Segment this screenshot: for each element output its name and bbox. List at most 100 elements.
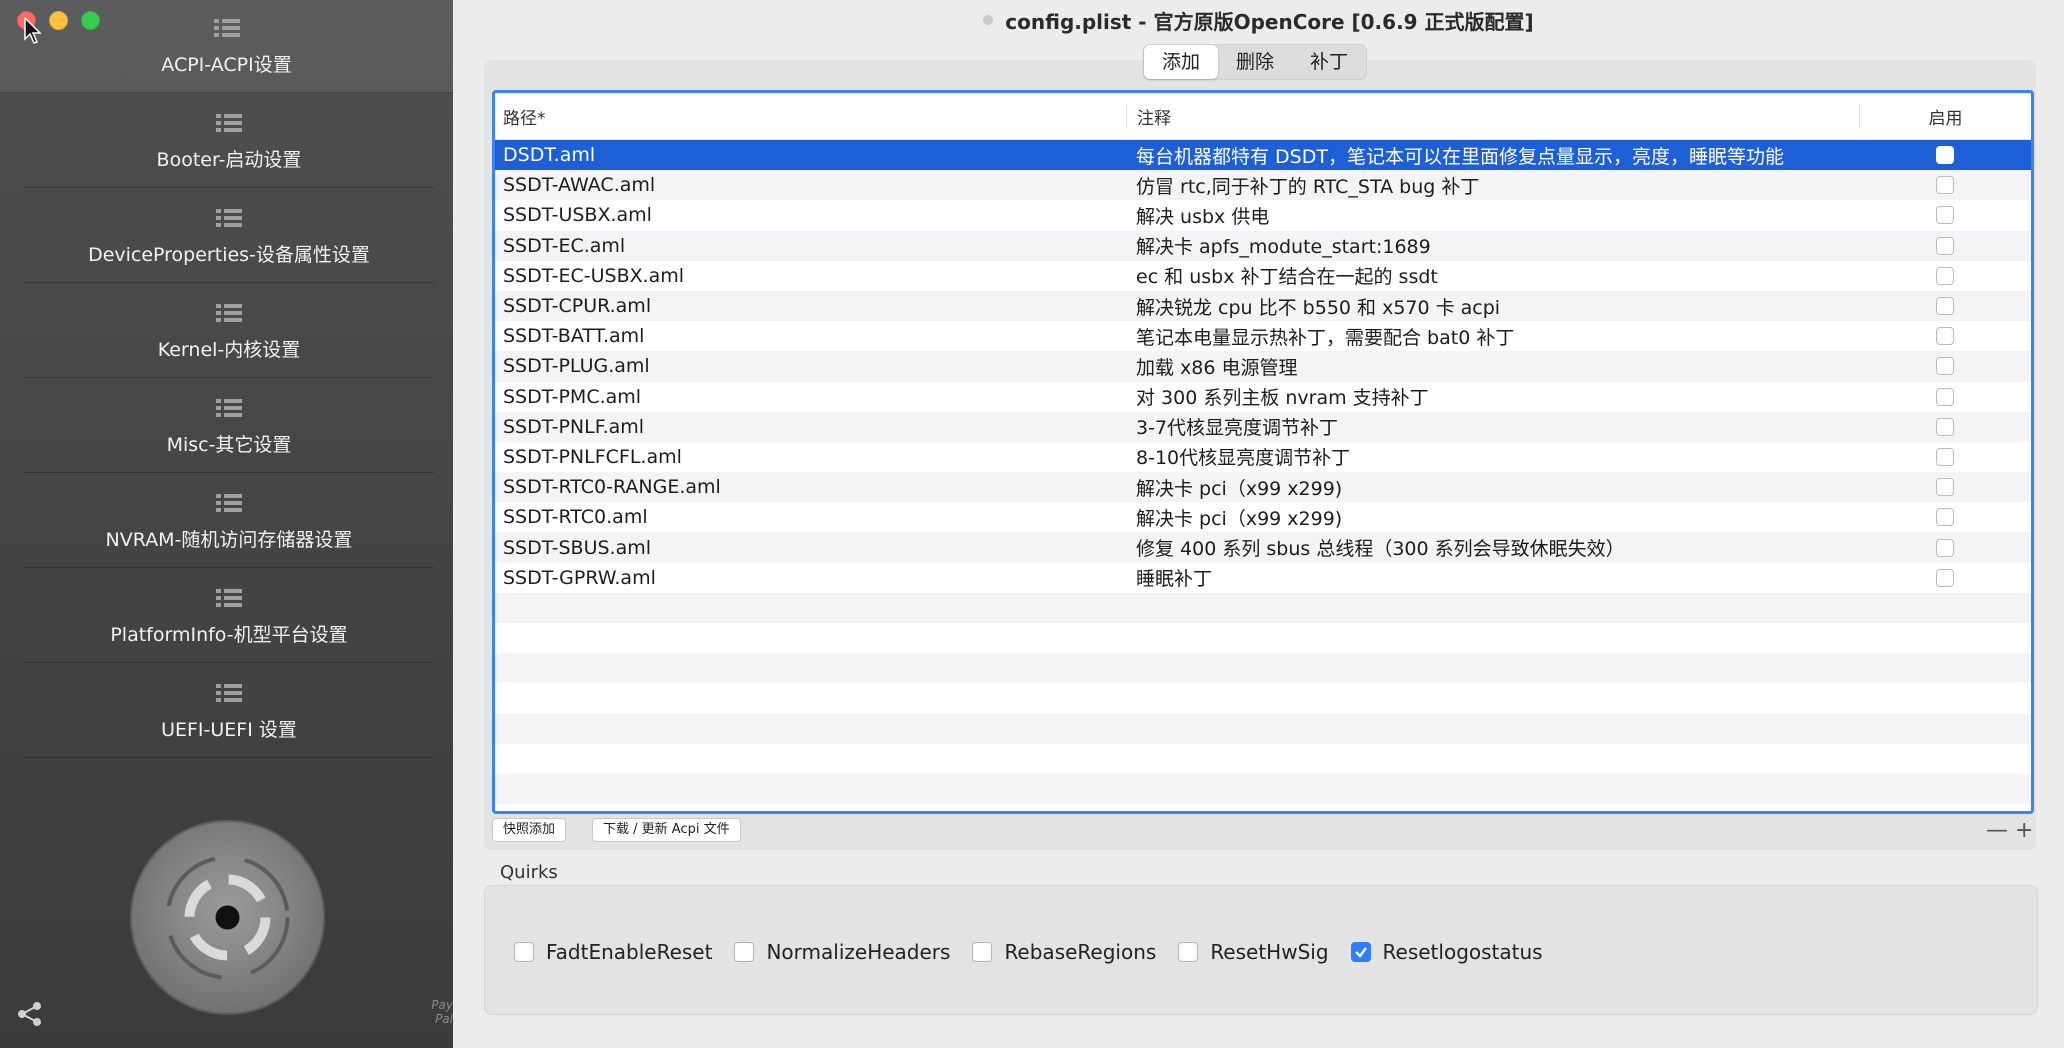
quirk-checkbox[interactable]: [972, 942, 993, 962]
quirk-normalizeheaders[interactable]: NormalizeHeaders: [734, 940, 950, 964]
sidebar-item-label: Booter-启动设置: [156, 149, 302, 171]
note-cell[interactable]: 修复 400 系列 sbus 总线程（300 系列会导致休眠失效）: [1126, 534, 1858, 561]
table-row[interactable]: SSDT-EC.aml 解决卡 apfs_modute_start:1689: [495, 230, 2031, 261]
column-header-enabled[interactable]: 启用: [1860, 104, 2031, 129]
quirk-rebaseregions[interactable]: RebaseRegions: [972, 940, 1156, 964]
quirk-fadtenablereset[interactable]: FadtEnableReset: [514, 940, 712, 964]
note-cell[interactable]: ec 和 usbx 补丁结合在一起的 ssdt: [1126, 262, 1858, 289]
table-row[interactable]: SSDT-USBX.aml 解决 usbx 供电: [495, 200, 2031, 230]
enabled-checkbox[interactable]: [1935, 447, 1954, 466]
sidebar-item-2[interactable]: DeviceProperties-设备属性设置: [24, 190, 434, 283]
table-row[interactable]: SSDT-PNLF.aml 3-7代核显亮度调节补丁: [495, 411, 2031, 442]
note-cell[interactable]: 睡眠补丁: [1126, 564, 1858, 591]
sidebar-item-4[interactable]: Misc-其它设置: [24, 380, 434, 473]
path-cell[interactable]: SSDT-EC-USBX.aml: [495, 265, 1126, 287]
enabled-checkbox[interactable]: [1935, 417, 1954, 436]
path-cell[interactable]: DSDT.aml: [495, 144, 1126, 166]
table-row[interactable]: SSDT-PLUG.aml 加载 x86 电源管理: [495, 351, 2031, 382]
table-row[interactable]: SSDT-SBUS.aml 修复 400 系列 sbus 总线程（300 系列会导…: [495, 532, 2031, 563]
path-cell[interactable]: SSDT-CPUR.aml: [495, 295, 1126, 317]
path-cell[interactable]: SSDT-RTC0.aml: [495, 506, 1126, 528]
tab-2[interactable]: 补丁: [1292, 45, 1366, 79]
empty-row: [495, 683, 2031, 713]
quirk-checkbox[interactable]: [734, 942, 755, 962]
list-icon: [216, 304, 242, 322]
quick-add-button[interactable]: 快照添加: [492, 818, 567, 842]
enabled-checkbox[interactable]: [1935, 146, 1954, 165]
table-row[interactable]: SSDT-RTC0-RANGE.aml 解决卡 pci（x99 x299): [495, 472, 2031, 503]
sidebar-item-3[interactable]: Kernel-内核设置: [24, 285, 434, 378]
path-cell[interactable]: SSDT-USBX.aml: [495, 204, 1126, 226]
sidebar-item-1[interactable]: Booter-启动设置: [24, 95, 434, 188]
path-cell[interactable]: SSDT-PNLFCFL.aml: [495, 446, 1126, 468]
quirk-label: NormalizeHeaders: [766, 940, 951, 964]
download-acpi-button[interactable]: 下载 / 更新 Acpi 文件: [592, 818, 741, 842]
sidebar-item-7[interactable]: UEFI-UEFI 设置: [24, 665, 434, 758]
table-row[interactable]: SSDT-GPRW.aml 睡眠补丁: [495, 563, 2031, 593]
table-row[interactable]: SSDT-PNLFCFL.aml 8-10代核显亮度调节补丁: [495, 442, 2031, 472]
enabled-checkbox[interactable]: [1935, 508, 1954, 527]
note-cell[interactable]: 解决卡 apfs_modute_start:1689: [1126, 232, 1858, 259]
share-icon[interactable]: [16, 1000, 44, 1028]
note-cell[interactable]: 解决卡 pci（x99 x299): [1126, 474, 1858, 501]
column-header-path[interactable]: 路径*: [495, 103, 1127, 129]
path-cell[interactable]: SSDT-PNLF.aml: [495, 416, 1126, 438]
note-cell[interactable]: 8-10代核显亮度调节补丁: [1126, 443, 1858, 470]
table-row[interactable]: SSDT-BATT.aml 笔记本电量显示热补丁，需要配合 bat0 补丁: [495, 321, 2031, 351]
enabled-checkbox[interactable]: [1935, 297, 1954, 316]
note-cell[interactable]: 对 300 系列主板 nvram 支持补丁: [1126, 383, 1858, 410]
path-cell[interactable]: SSDT-AWAC.aml: [495, 174, 1126, 196]
table-row[interactable]: DSDT.aml 每台机器都特有 DSDT，笔记本可以在里面修复点量显示，亮度，睡…: [495, 140, 2031, 171]
quirk-label: FadtEnableReset: [546, 940, 713, 964]
table-row[interactable]: SSDT-EC-USBX.aml ec 和 usbx 补丁结合在一起的 ssdt: [495, 261, 2031, 291]
quirk-label: Resetlogostatus: [1382, 940, 1543, 964]
quirk-checkbox[interactable]: [514, 942, 534, 962]
sidebar-item-0[interactable]: ACPI-ACPI设置: [0, 0, 453, 93]
enabled-checkbox[interactable]: [1935, 327, 1954, 346]
enabled-checkbox[interactable]: [1935, 538, 1954, 557]
path-cell[interactable]: SSDT-PMC.aml: [495, 386, 1126, 408]
path-cell[interactable]: SSDT-RTC0-RANGE.aml: [495, 476, 1126, 498]
note-cell[interactable]: 笔记本电量显示热补丁，需要配合 bat0 补丁: [1126, 323, 1858, 350]
column-header-note[interactable]: 注释: [1127, 103, 1860, 129]
quirk-checkbox[interactable]: [1350, 942, 1371, 962]
sidebar-item-6[interactable]: PlatformInfo-机型平台设置: [24, 570, 434, 663]
note-cell[interactable]: 解决锐龙 cpu 比不 b550 和 x570 卡 acpi: [1126, 293, 1858, 320]
table-row[interactable]: SSDT-AWAC.aml 仿冒 rtc,同于补丁的 RTC_STA bug 补丁: [495, 170, 2031, 201]
tab-1[interactable]: 删除: [1218, 45, 1292, 79]
path-cell[interactable]: SSDT-BATT.aml: [495, 325, 1126, 347]
add-row-button[interactable]: +: [2015, 818, 2033, 843]
note-cell[interactable]: 解决卡 pci（x99 x299): [1126, 504, 1858, 531]
note-cell[interactable]: 每台机器都特有 DSDT，笔记本可以在里面修复点量显示，亮度，睡眠等功能: [1126, 142, 1858, 169]
note-cell[interactable]: 仿冒 rtc,同于补丁的 RTC_STA bug 补丁: [1126, 172, 1858, 199]
quirk-resethwsig[interactable]: ResetHwSig: [1178, 940, 1329, 964]
sidebar-item-label: PlatformInfo-机型平台设置: [110, 624, 348, 646]
enabled-checkbox[interactable]: [1935, 206, 1954, 225]
enabled-checkbox[interactable]: [1935, 236, 1954, 255]
quirk-resetlogostatus[interactable]: Resetlogostatus: [1350, 940, 1543, 964]
path-cell[interactable]: SSDT-EC.aml: [495, 235, 1126, 257]
tab-0[interactable]: 添加: [1144, 45, 1219, 79]
list-icon: [216, 114, 242, 132]
enabled-checkbox[interactable]: [1935, 387, 1954, 406]
remove-row-button[interactable]: —: [1986, 818, 2008, 843]
table-row[interactable]: SSDT-RTC0.aml 解决卡 pci（x99 x299): [495, 502, 2031, 532]
note-cell[interactable]: 加载 x86 电源管理: [1126, 353, 1858, 380]
sidebar-item-label: DeviceProperties-设备属性设置: [88, 244, 370, 266]
sidebar-item-5[interactable]: NVRAM-随机访问存储器设置: [24, 475, 434, 568]
quirk-checkbox[interactable]: [1178, 942, 1199, 962]
table-row[interactable]: SSDT-PMC.aml 对 300 系列主板 nvram 支持补丁: [495, 382, 2031, 412]
note-cell[interactable]: 解决 usbx 供电: [1126, 202, 1858, 229]
path-cell[interactable]: SSDT-SBUS.aml: [495, 537, 1126, 559]
path-cell[interactable]: SSDT-GPRW.aml: [495, 567, 1126, 589]
enabled-checkbox[interactable]: [1935, 357, 1954, 376]
enabled-checkbox[interactable]: [1935, 568, 1954, 587]
enabled-checkbox[interactable]: [1935, 176, 1954, 195]
enabled-checkbox[interactable]: [1935, 478, 1954, 497]
table-row[interactable]: SSDT-CPUR.aml 解决锐龙 cpu 比不 b550 和 x570 卡 a…: [495, 290, 2031, 322]
paypal-logo[interactable]: Pay Pal: [410, 998, 453, 1026]
enabled-checkbox[interactable]: [1935, 266, 1954, 285]
note-cell[interactable]: 3-7代核显亮度调节补丁: [1126, 413, 1858, 440]
path-cell[interactable]: SSDT-PLUG.aml: [495, 355, 1126, 377]
acpi-add-table[interactable]: 路径* 注释 启用 DSDT.aml 每台机器都特有 DSDT，笔记本可以在里面修…: [492, 90, 2034, 814]
